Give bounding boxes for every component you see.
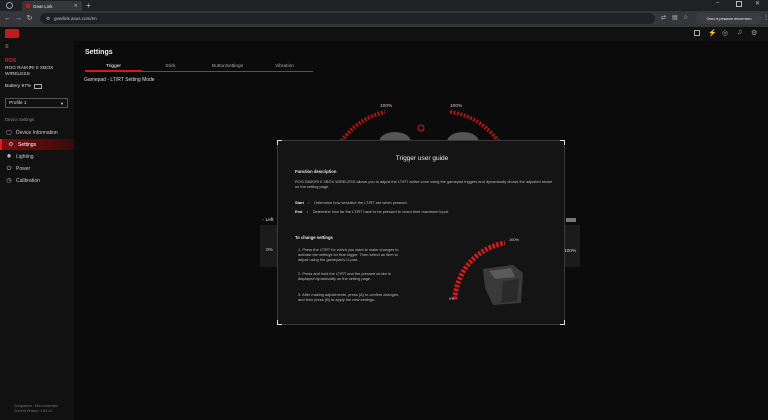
- device-name-line2: WIRELESS: [5, 72, 30, 77]
- gauge-max-label: 100%: [509, 237, 519, 242]
- sidebar-item-device-information[interactable]: ▢ Device Information: [0, 127, 74, 138]
- minimize-button[interactable]: –: [716, 0, 719, 6]
- step-1: 1. Press the LT/RT for which you want to…: [298, 247, 399, 263]
- chevron-down-icon: ▼: [60, 100, 64, 106]
- tab-vibration[interactable]: Vibration: [256, 62, 313, 72]
- background-gauges: [338, 110, 502, 145]
- right-max-label: 100%: [450, 104, 463, 109]
- tab-stick[interactable]: Stick: [142, 62, 199, 72]
- window-menu-icon[interactable]: [6, 2, 13, 9]
- url-text: gearlink.asus.com/en: [54, 16, 97, 21]
- reload-icon[interactable]: ↻: [25, 14, 34, 23]
- reader-icon[interactable]: ▤: [672, 14, 678, 21]
- info-icon: ▢: [6, 129, 12, 136]
- right-end-label: 100%: [564, 249, 577, 254]
- start-marker-icon: ◐: [307, 200, 311, 205]
- new-tab-button[interactable]: +: [86, 1, 91, 10]
- step-3: 3. After making adjustments, press (A) t…: [298, 292, 399, 303]
- rog-logo: [5, 29, 19, 38]
- translate-icon[interactable]: ⇄: [661, 14, 666, 21]
- tab-close-icon[interactable]: ✕: [74, 3, 78, 9]
- incognito-text: Окно в режиме инкогнито: [706, 16, 752, 21]
- page-title: Settings: [85, 49, 113, 56]
- end-marker-icon: ◐: [306, 209, 309, 214]
- device-settings-label: Device Settings: [5, 117, 35, 122]
- tab-title: Gear Link: [33, 3, 53, 9]
- sidebar-item-label: Calibration: [16, 177, 40, 184]
- battery-status: Battery 97%: [5, 84, 43, 89]
- companion-status: Companion - Not connected: [14, 404, 58, 408]
- header-icon-1[interactable]: [694, 30, 700, 36]
- function-description-heading: Function description: [295, 169, 337, 174]
- left-zero-label: 0%: [266, 248, 273, 253]
- start-label: Start: [295, 200, 304, 205]
- gauge-min-label: 0%: [449, 296, 455, 301]
- background-toggle[interactable]: [566, 218, 576, 222]
- browser-menu-icon[interactable]: ⋮: [763, 14, 768, 21]
- device-brand: ROG: [5, 58, 17, 64]
- maximize-button[interactable]: [736, 1, 742, 7]
- profile-value: Profile 1: [9, 100, 27, 106]
- settings-icon: ⚙: [8, 141, 14, 148]
- tab-favicon-icon: [26, 4, 30, 8]
- browser-tab[interactable]: Gear Link ✕: [22, 1, 82, 11]
- left-max-label: 100%: [380, 104, 393, 109]
- browser-nav-bar: ← → ↻ ⚙ gearlink.asus.com/en ⇄ ▤ ☆ Окно …: [0, 11, 768, 27]
- trigger-shadow: [501, 279, 519, 303]
- current-version: Current Version: 1.00.12: [14, 409, 52, 413]
- end-text: Determine how far the LT/RT have to be p…: [312, 209, 449, 214]
- forward-arrow-icon[interactable]: →: [14, 14, 23, 23]
- device-name-line1: ROG RAIKIRI II XBOX: [5, 66, 54, 71]
- to-change-settings-heading: To change settings: [295, 235, 333, 240]
- close-window-button[interactable]: ✕: [755, 0, 760, 7]
- sidebar-item-label: Power: [16, 165, 31, 172]
- step-2: 2. Press and hold the LT/RT and the pres…: [298, 271, 391, 282]
- left-indicator-icon: ▪: [262, 217, 264, 222]
- sidebar-item-label: Settings: [18, 141, 37, 148]
- back-arrow-icon[interactable]: ←: [3, 14, 12, 23]
- gamepad-mode-subtitle: Gamepad - LT/RT Setting Mode: [84, 77, 155, 83]
- corner-mark: [560, 320, 565, 325]
- incognito-notice[interactable]: Окно в режиме инкогнито: [696, 13, 762, 24]
- settings-tabs: Trigger Stick ButtonSettings Vibration: [85, 62, 313, 72]
- sidebar-item-label: Lighting: [16, 153, 34, 160]
- sidebar-item-lighting[interactable]: ✹ Lighting: [0, 151, 74, 162]
- calibration-icon: ◷: [6, 177, 12, 184]
- trigger-user-guide-dialog: Trigger user guide Function description …: [277, 140, 565, 325]
- end-row: End ◐ Determine how far the LT/RT have t…: [295, 209, 449, 214]
- header-icon-3[interactable]: ◎: [722, 29, 728, 37]
- dialog-title: Trigger user guide: [395, 155, 449, 162]
- profile-select[interactable]: Profile 1 ▼: [5, 98, 68, 108]
- battery-label: Battery 97%: [5, 84, 32, 89]
- browser-tab-bar: Gear Link ✕ + – ✕: [0, 0, 768, 11]
- tab-trigger[interactable]: Trigger: [85, 62, 142, 72]
- lighting-icon: ✹: [6, 153, 12, 160]
- sidebar-item-calibration[interactable]: ◷ Calibration: [0, 175, 74, 186]
- corner-mark: [277, 140, 282, 145]
- left-label: ▪ Left: [262, 217, 273, 222]
- power-icon: ⏻: [6, 165, 12, 172]
- end-label: End: [295, 209, 303, 214]
- bookmark-star-icon[interactable]: ☆: [683, 14, 688, 21]
- corner-mark: [277, 320, 282, 325]
- address-bar[interactable]: ⚙ gearlink.asus.com/en: [40, 13, 655, 24]
- sidebar-item-settings[interactable]: ⚙ Settings: [0, 139, 74, 150]
- start-row: Start ◐ Determine how sensitive the LT/R…: [295, 200, 408, 205]
- sidebar-item-power[interactable]: ⏻ Power: [0, 163, 74, 174]
- function-description-text: ROG RAIKIRI II XBOX WIRELESS allows you …: [295, 179, 553, 190]
- trigger-indicator-icon: [417, 124, 425, 132]
- sidebar-item-label: Device Information: [16, 129, 58, 136]
- corner-mark: [560, 140, 565, 145]
- hamburger-menu-icon[interactable]: ≡: [5, 44, 9, 50]
- settings-gear-icon[interactable]: ⚙: [751, 29, 757, 37]
- battery-icon: [34, 84, 43, 89]
- start-text: Determine how sensitive the LT/RT are wh…: [314, 200, 408, 205]
- trigger-gauge-illustration: [452, 240, 523, 305]
- header-icon-2[interactable]: ⚡: [708, 29, 717, 37]
- app-header: [0, 27, 768, 41]
- site-info-icon[interactable]: ⚙: [46, 16, 50, 22]
- tab-button-settings[interactable]: ButtonSettings: [199, 62, 256, 72]
- left-label-text: Left: [265, 217, 274, 222]
- notification-bell-icon[interactable]: ♫: [737, 29, 742, 36]
